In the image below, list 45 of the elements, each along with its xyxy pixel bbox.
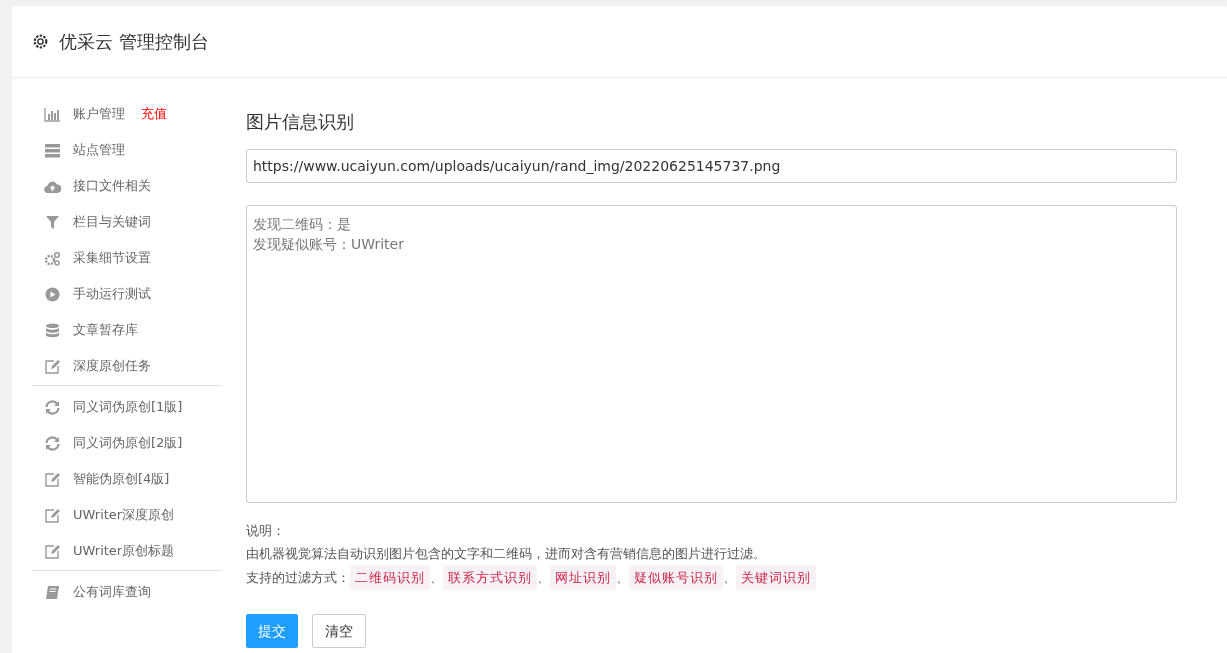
filter-tag: 疑似账号识别 — [629, 565, 723, 590]
url-field[interactable]: https://www.ucaiyun.com/uploads/ucaiyun/rand_img/20220625145737.png — [246, 149, 1177, 183]
sidebar-item[interactable]: 站点管理 — [32, 132, 222, 168]
edit-icon — [44, 471, 61, 487]
sidebar-item[interactable]: 智能伪原创[4版] — [32, 461, 222, 497]
sidebar-item[interactable]: UWriter深度原创 — [32, 497, 222, 533]
edit-icon — [44, 543, 61, 559]
book-icon — [44, 584, 61, 600]
database-icon — [44, 322, 61, 338]
separator-text: 、 — [723, 569, 736, 587]
gears-icon — [44, 250, 61, 266]
clear-button[interactable]: 清空 — [312, 614, 366, 648]
sidebar-item[interactable]: 同义词伪原创[2版] — [32, 425, 222, 461]
sidebar-item[interactable]: 采集细节设置 — [32, 240, 222, 276]
sidebar-item[interactable]: 公有词库查询 — [32, 574, 222, 610]
sidebar-item[interactable]: 接口文件相关 — [32, 168, 222, 204]
description-text: 由机器视觉算法自动识别图片包含的文字和二维码，进而对含有营销信息的图片进行过滤。 — [246, 545, 767, 563]
sidebar-item[interactable]: 栏目与关键词 — [32, 204, 222, 240]
sidebar-item[interactable]: UWriter原创标题 — [32, 533, 222, 569]
sidebar-item[interactable]: 深度原创任务 — [32, 348, 222, 384]
result-area[interactable]: 发现二维码：是 发现疑似账号：UWriter — [246, 205, 1177, 503]
sidebar-item[interactable]: 文章暂存库 — [32, 312, 222, 348]
filter-tag: 网址识别 — [550, 565, 616, 590]
filter-tag: 关键词识别 — [736, 565, 816, 590]
sidebar-item[interactable]: 手动运行测试 — [32, 276, 222, 312]
play-icon — [44, 286, 61, 302]
separator-text: 、 — [430, 569, 443, 587]
settings-icon — [32, 33, 49, 50]
header-title: 优采云 管理控制台 — [59, 30, 209, 54]
sidebar-item[interactable]: 账户管理 充值 — [32, 96, 222, 132]
filters-label: 支持的过滤方式： — [246, 569, 350, 587]
chart-icon — [44, 106, 61, 122]
edit-icon — [44, 507, 61, 523]
refresh-icon — [44, 435, 61, 451]
edit-icon — [44, 358, 61, 374]
section-title: 图片信息识别 — [246, 110, 355, 134]
separator-text: 、 — [537, 569, 550, 587]
filter-tag: 联系方式识别 — [443, 565, 537, 590]
sidebar-item[interactable]: 同义词伪原创[1版] — [32, 389, 222, 425]
filter-tag: 二维码识别 — [350, 565, 430, 590]
refresh-icon — [44, 399, 61, 415]
filter-icon — [44, 214, 61, 230]
separator-text: 、 — [616, 569, 629, 587]
server-icon — [44, 142, 61, 158]
note-label: 说明： — [246, 522, 286, 540]
